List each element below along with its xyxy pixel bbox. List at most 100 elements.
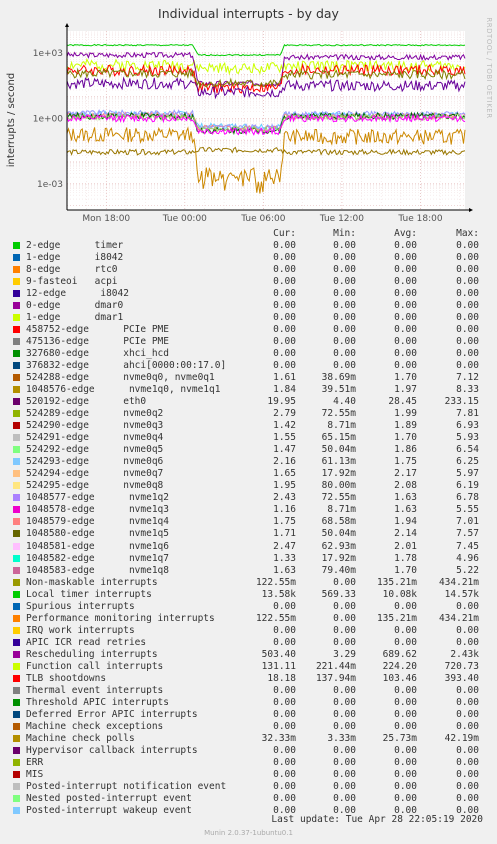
legend-cur: 1.95 bbox=[273, 480, 296, 492]
legend-avg: 224.20 bbox=[382, 660, 417, 672]
legend-max: 0.00 bbox=[456, 240, 479, 251]
legend-max: 8.33 bbox=[456, 384, 479, 396]
legend-avg: 0.00 bbox=[394, 600, 417, 612]
legend-min: 0.00 bbox=[333, 624, 356, 636]
legend-header-avg: Avg: bbox=[394, 228, 417, 239]
legend-avg: 0.00 bbox=[394, 720, 417, 732]
legend-min: 0.00 bbox=[333, 792, 356, 804]
legend-row: Posted-interrupt notification event 0.00 0… bbox=[0, 781, 497, 793]
legend-name: 9-fasteoi acpi bbox=[26, 276, 118, 288]
legend-row: 524289-edge nvme0q2 2.79 72.55m 1.99 7.81 bbox=[0, 408, 497, 420]
legend-max: 7.12 bbox=[456, 372, 479, 384]
legend-name: Non-maskable interrupts bbox=[26, 576, 158, 588]
legend-header-cur: Cur: bbox=[273, 228, 296, 239]
legend-max: 0.00 bbox=[456, 720, 479, 732]
legend-max: 0.00 bbox=[456, 708, 479, 720]
legend-cur: 0.00 bbox=[273, 624, 296, 636]
legend-cur: 122.55m bbox=[255, 612, 296, 624]
legend-row: TLB shootdowns 18.18 137.94m 103.46 393.40 bbox=[0, 673, 497, 685]
legend-min: 569.33 bbox=[321, 588, 356, 600]
legend-cur: 0.00 bbox=[273, 324, 296, 336]
legend-min: 0.00 bbox=[333, 744, 356, 756]
legend-swatch bbox=[13, 374, 20, 382]
legend-cur: 0.00 bbox=[273, 696, 296, 708]
legend-swatch bbox=[13, 410, 20, 418]
legend-name: 2-edge timer bbox=[26, 240, 124, 251]
legend-row: 1048577-edge nvme1q2 2.43 72.55m 1.63 6.78 bbox=[0, 492, 497, 504]
legend-name: 524289-edge nvme0q2 bbox=[26, 408, 164, 420]
legend-name: 1048579-edge nvme1q4 bbox=[26, 516, 169, 528]
legend-swatch bbox=[13, 398, 20, 406]
legend-swatch bbox=[13, 758, 20, 766]
legend-cur: 0.00 bbox=[273, 768, 296, 780]
legend-name: Thermal event interrupts bbox=[26, 684, 164, 696]
legend-swatch bbox=[13, 650, 20, 658]
legend-min: 0.00 bbox=[333, 336, 356, 348]
legend-name: 1048578-edge nvme1q3 bbox=[26, 504, 169, 516]
legend-min: 0.00 bbox=[333, 696, 356, 708]
legend-swatch bbox=[13, 722, 20, 730]
legend-swatch bbox=[13, 338, 20, 346]
legend-avg: 0.00 bbox=[394, 636, 417, 648]
legend-name: 0-edge dmar0 bbox=[26, 300, 124, 312]
legend-row: Performance monitoring interrupts 122.55m… bbox=[0, 613, 497, 625]
legend-min: 61.13m bbox=[321, 456, 356, 468]
legend-swatch bbox=[13, 626, 20, 634]
legend-name: 1-edge dmar1 bbox=[26, 312, 124, 324]
legend-max: 6.25 bbox=[456, 456, 479, 468]
legend-max: 434.21m bbox=[438, 576, 479, 588]
legend-swatch bbox=[13, 806, 20, 814]
legend-row: 8-edge rtc0 0.00 0.00 0.00 0.00 bbox=[0, 264, 497, 276]
legend-min: 0.00 bbox=[333, 600, 356, 612]
legend-name: 1048576-edge nvme1q0, nvme1q1 bbox=[26, 384, 221, 396]
legend-swatch bbox=[13, 350, 20, 358]
legend-name: Posted-interrupt notification event bbox=[26, 780, 227, 792]
legend-max: 0.00 bbox=[456, 636, 479, 648]
legend-max: 42.19m bbox=[444, 732, 479, 744]
legend-name: 524290-edge nvme0q3 bbox=[26, 420, 164, 432]
legend-min: 0.00 bbox=[333, 240, 356, 251]
legend-swatch bbox=[13, 782, 20, 790]
legend-max: 0.00 bbox=[456, 768, 479, 780]
legend-swatch bbox=[13, 590, 20, 598]
legend-name: 524295-edge nvme0q8 bbox=[26, 480, 164, 492]
legend-avg: 0.00 bbox=[394, 252, 417, 264]
legend-name: Performance monitoring interrupts bbox=[26, 612, 215, 624]
legend-avg: 1.78 bbox=[394, 552, 417, 564]
legend-min: 0.00 bbox=[333, 312, 356, 324]
legend-row: Threshold APIC interrupts 0.00 0.00 0.00 0.0… bbox=[0, 697, 497, 709]
legend-min: 17.92m bbox=[321, 468, 356, 480]
legend-max: 0.00 bbox=[456, 744, 479, 756]
legend-swatch bbox=[13, 686, 20, 694]
legend-min: 80.00m bbox=[321, 480, 356, 492]
legend-avg: 25.73m bbox=[382, 732, 417, 744]
legend-max: 0.00 bbox=[456, 756, 479, 768]
legend-min: 0.00 bbox=[333, 708, 356, 720]
legend-name: APIC ICR read retries bbox=[26, 636, 147, 648]
legend-swatch bbox=[13, 290, 20, 298]
legend-cur: 0.00 bbox=[273, 288, 296, 300]
legend-name: 8-edge rtc0 bbox=[26, 264, 118, 276]
legend-min: 3.33m bbox=[327, 732, 356, 744]
legend-cur: 1.75 bbox=[273, 516, 296, 528]
legend-cur: 0.00 bbox=[273, 276, 296, 288]
legend-row: 1-edge i8042 0.00 0.00 0.00 0.00 bbox=[0, 252, 497, 264]
legend-row: Thermal event interrupts 0.00 0.00 0.00 0.00 bbox=[0, 685, 497, 697]
legend-min: 0.00 bbox=[333, 720, 356, 732]
legend-name: 1048583-edge nvme1q8 bbox=[26, 564, 169, 576]
legend-name: Spurious interrupts bbox=[26, 600, 135, 612]
legend-max: 0.00 bbox=[456, 300, 479, 312]
legend-cur: 0.00 bbox=[273, 240, 296, 251]
legend-cur: 0.00 bbox=[273, 756, 296, 768]
legend-cur: 122.55m bbox=[255, 576, 296, 588]
legend-name: Machine check exceptions bbox=[26, 720, 164, 732]
legend-swatch bbox=[13, 578, 20, 586]
legend-avg: 0.00 bbox=[394, 684, 417, 696]
legend-max: 393.40 bbox=[444, 672, 479, 684]
legend-avg: 0.00 bbox=[394, 312, 417, 324]
legend-min: 0.00 bbox=[333, 324, 356, 336]
legend-cur: 0.00 bbox=[273, 312, 296, 324]
legend-min: 221.44m bbox=[315, 660, 356, 672]
legend-name: 475136-edge PCIe PME bbox=[26, 336, 169, 348]
legend-min: 0.00 bbox=[333, 768, 356, 780]
